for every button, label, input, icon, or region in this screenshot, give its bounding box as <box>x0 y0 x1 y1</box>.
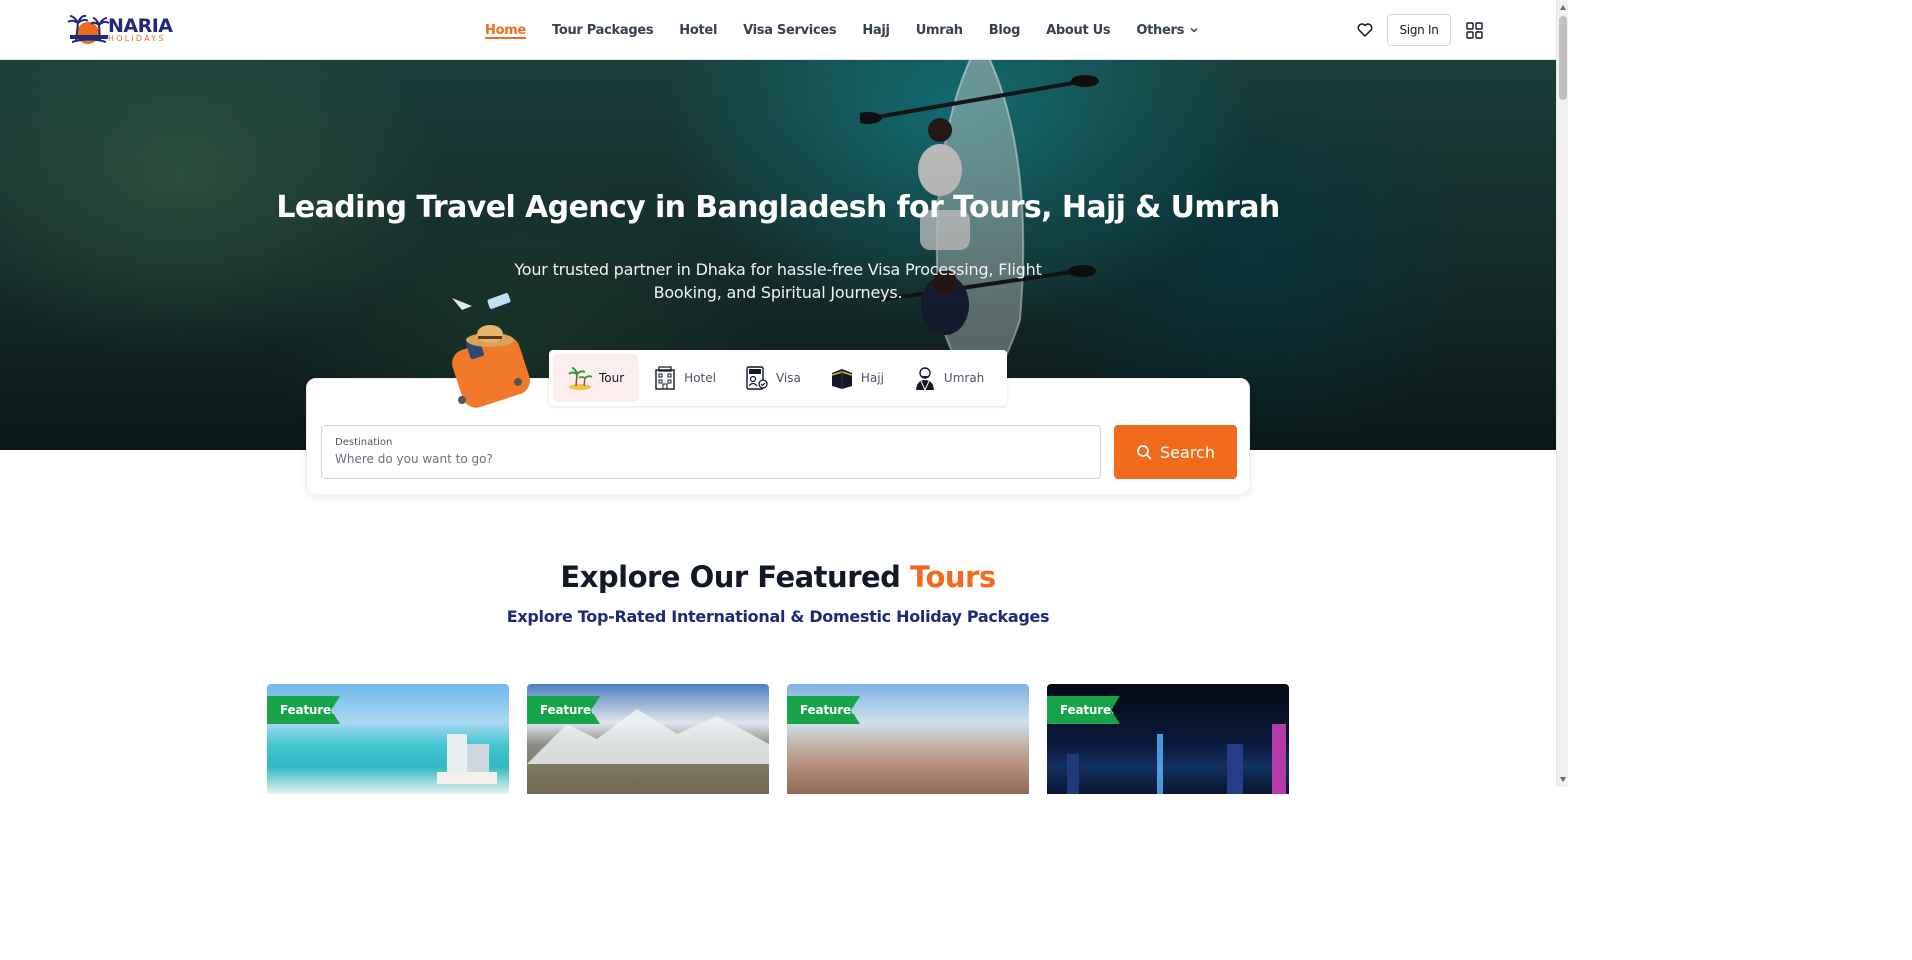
tab-umrah-label: Umrah <box>943 371 985 385</box>
nav-others-dropdown[interactable]: Others <box>1136 0 1199 60</box>
palm-sunset-logo-icon <box>67 14 110 44</box>
featured-title: Explore Our Featured Tours <box>0 560 1556 594</box>
resort-building-illustration <box>437 734 497 784</box>
featured-badge: Featured <box>527 696 600 724</box>
pilgrim-icon <box>915 367 934 391</box>
brand-logo[interactable]: NARIA HOLIDAYS <box>66 13 176 47</box>
palm-tree-icon <box>568 367 593 390</box>
nav-blog[interactable]: Blog <box>989 0 1021 60</box>
kaaba-icon <box>831 369 853 389</box>
nav-home[interactable]: Home <box>485 0 526 60</box>
scrollbar-thumb[interactable] <box>1559 16 1567 100</box>
apps-menu-button[interactable] <box>1464 20 1484 40</box>
tour-card[interactable]: Featured <box>527 684 769 794</box>
tab-visa-label: Visa <box>775 371 801 385</box>
featured-title-accent: Tours <box>910 560 996 594</box>
tab-hotel-label: Hotel <box>684 371 716 385</box>
featured-subtitle: Explore Top-Rated International & Domest… <box>506 607 1050 626</box>
tour-card[interactable]: Featured <box>787 684 1029 794</box>
scroll-down-arrow-icon[interactable] <box>1560 777 1566 782</box>
nav-umrah[interactable]: Umrah <box>916 0 963 60</box>
tab-hajj[interactable]: Hajj <box>815 354 898 402</box>
featured-badge: Featured <box>267 696 340 724</box>
destination-input[interactable] <box>335 452 1087 466</box>
wishlist-button[interactable] <box>1354 19 1376 41</box>
grid-icon <box>1465 21 1483 39</box>
heart-icon <box>1357 23 1373 37</box>
tab-tour[interactable]: Tour <box>553 354 639 402</box>
chevron-down-icon <box>1190 27 1198 33</box>
destination-label: Destination <box>335 437 393 448</box>
main-nav: Home Tour Packages Hotel Visa Services H… <box>485 0 1199 60</box>
tab-hajj-label: Hajj <box>860 371 884 385</box>
nav-visa-services[interactable]: Visa Services <box>743 0 837 60</box>
nav-tour-packages[interactable]: Tour Packages <box>552 0 654 60</box>
tab-visa[interactable]: Visa <box>730 354 815 402</box>
city-lights-illustration <box>1067 724 1286 794</box>
service-tabs: Tour Hotel Visa Hajj Umrah <box>549 350 1007 406</box>
hero-subtitle: Your trusted partner in Dhaka for hassle… <box>514 260 1042 302</box>
nav-hajj[interactable]: Hajj <box>862 0 890 60</box>
hotel-icon <box>655 366 675 390</box>
nav-about-us[interactable]: About Us <box>1046 0 1110 60</box>
brand-tagline: HOLIDAYS <box>108 34 166 43</box>
page-scrollbar[interactable] <box>1556 0 1568 787</box>
destination-field[interactable]: Destination <box>321 425 1101 479</box>
tab-hotel[interactable]: Hotel <box>638 354 730 402</box>
tab-tour-label: Tour <box>599 371 625 385</box>
tour-card[interactable]: Featured <box>1047 684 1289 794</box>
featured-title-main: Explore Our Featured <box>560 560 911 594</box>
sign-in-button[interactable]: Sign In <box>1387 14 1451 46</box>
visa-icon <box>746 366 768 390</box>
hero-title: Leading Travel Agency in Bangladesh for … <box>276 190 1280 225</box>
tour-card[interactable]: Featured <box>267 684 509 794</box>
featured-tour-cards: Featured Featured Featured Featured <box>267 684 1289 794</box>
site-header: NARIA HOLIDAYS Home Tour Packages Hotel … <box>0 0 1556 60</box>
featured-badge: Featured <box>787 696 860 724</box>
search-button-label: Search <box>1160 442 1215 462</box>
luggage-illustration <box>452 293 530 408</box>
nav-others-label: Others <box>1136 22 1185 38</box>
tab-umrah[interactable]: Umrah <box>898 354 998 402</box>
nav-hotel[interactable]: Hotel <box>679 0 717 60</box>
scroll-up-arrow-icon[interactable] <box>1560 5 1566 10</box>
search-icon <box>1137 445 1152 460</box>
search-button[interactable]: Search <box>1114 425 1237 479</box>
featured-badge: Featured <box>1047 696 1120 724</box>
